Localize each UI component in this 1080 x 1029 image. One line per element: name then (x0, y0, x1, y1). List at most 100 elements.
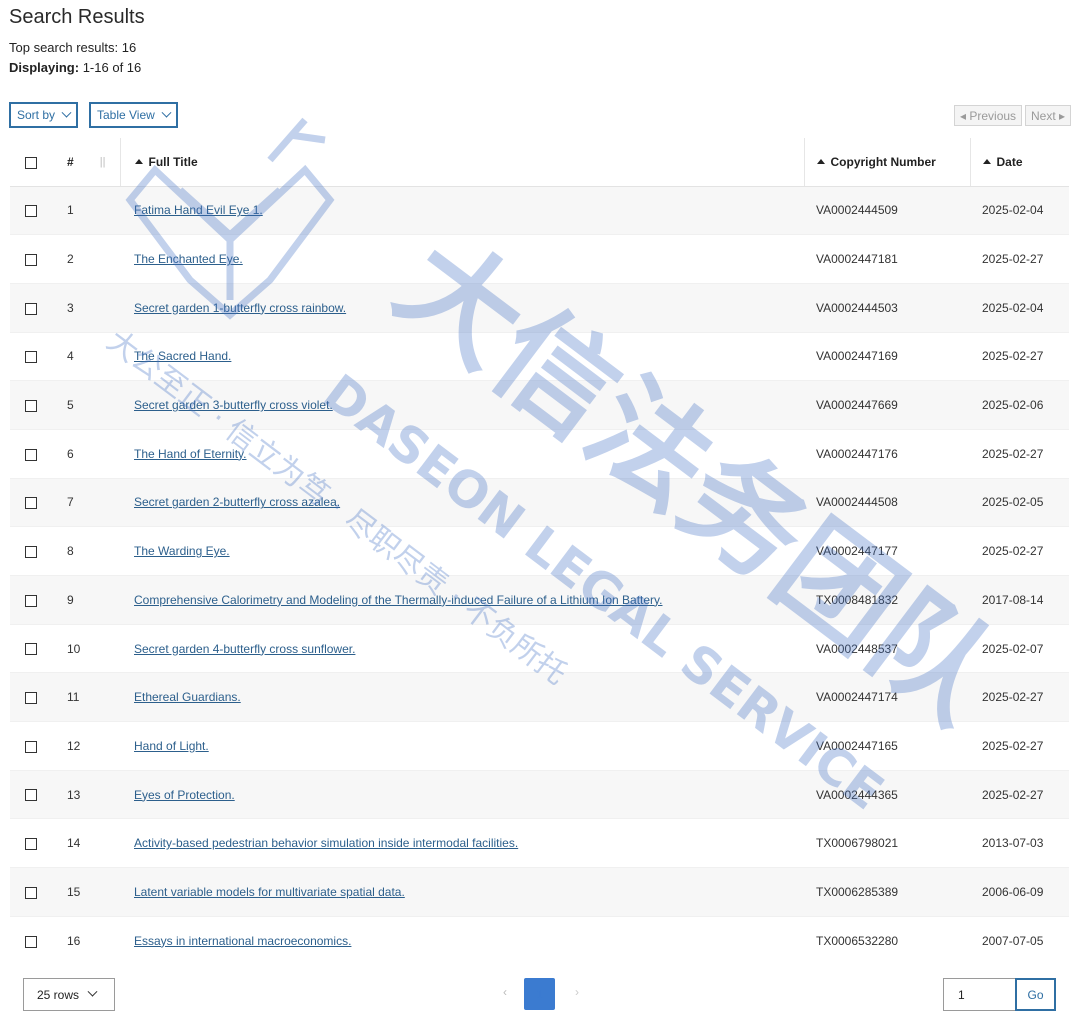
row-copyright-number: VA0002448537 (804, 623, 970, 673)
row-copyright-number: TX0006532280 (804, 915, 970, 965)
row-title-link[interactable]: Secret garden 3-butterfly cross violet. (134, 398, 333, 412)
chevron-down-icon (61, 107, 72, 118)
row-checkbox[interactable] (25, 789, 37, 802)
table-row[interactable]: 6 The Hand of Eternity. VA0002447176 2025-0… (10, 428, 1069, 479)
row-title-link[interactable]: Secret garden 2-butterfly cross azalea. (134, 495, 340, 509)
row-title-cell: Essays in international macroeconomics. (120, 915, 804, 965)
pagination-current-page[interactable]: 1 (524, 978, 555, 1010)
header-number[interactable]: # || (54, 138, 121, 187)
view-mode-label: Table View (97, 108, 155, 122)
copyright-column-label: Copyright Number (830, 154, 936, 169)
row-date: 2025-02-06 (970, 380, 1069, 430)
row-title-cell: Fatima Hand Evil Eye 1. (120, 185, 804, 235)
sort-by-dropdown[interactable]: Sort by (9, 102, 79, 128)
row-checkbox[interactable] (25, 399, 37, 412)
column-resize-handle[interactable]: || (100, 156, 106, 168)
row-copyright-number: VA0002447669 (804, 380, 970, 430)
row-title-link[interactable]: Ethereal Guardians. (134, 690, 241, 704)
row-title-link[interactable]: The Warding Eye. (134, 544, 230, 558)
next-page-button[interactable]: Next ▸ (1025, 105, 1072, 126)
header-date[interactable]: Date (970, 138, 1069, 187)
row-number: 4 (54, 331, 120, 381)
row-checkbox[interactable] (25, 253, 37, 266)
row-title-link[interactable]: The Sacred Hand. (134, 349, 231, 363)
table-row[interactable]: 9 Comprehensive Calorimetry and Modeling … (10, 575, 1069, 625)
row-title-link[interactable]: The Hand of Eternity. (134, 447, 247, 461)
row-checkbox[interactable] (25, 351, 37, 364)
table-row[interactable]: 8 The Warding Eye. VA0002447177 2025-02-27 (10, 526, 1069, 576)
row-checkbox[interactable] (25, 740, 37, 753)
row-select-cell (10, 185, 54, 235)
row-select-cell (10, 672, 54, 722)
row-checkbox[interactable] (25, 935, 37, 948)
row-checkbox[interactable] (25, 838, 37, 851)
row-select-cell (10, 769, 54, 819)
rows-per-page-select[interactable]: 25 rows (23, 978, 115, 1011)
table-row[interactable]: 12 Hand of Light. VA0002447165 2025-02-27 (10, 721, 1069, 771)
row-title-link[interactable]: Activity-based pedestrian behavior simul… (134, 836, 518, 850)
go-to-page-input[interactable] (943, 978, 1017, 1011)
select-all-checkbox[interactable] (25, 156, 37, 169)
row-title-link[interactable]: The Enchanted Eye. (134, 252, 243, 266)
row-checkbox[interactable] (25, 497, 37, 510)
row-date: 2025-02-04 (970, 282, 1069, 333)
row-date: 2025-02-05 (970, 477, 1069, 527)
row-select-cell (10, 526, 54, 576)
next-label: Next ▸ (1031, 108, 1066, 123)
row-checkbox[interactable] (25, 205, 37, 218)
displaying-value: 1-16 of 16 (82, 60, 142, 75)
row-title-cell: Comprehensive Calorimetry and Modeling o… (120, 575, 804, 625)
row-date: 2013-07-03 (970, 818, 1069, 868)
row-title-link[interactable]: Secret garden 4-butterfly cross sunflowe… (134, 642, 355, 656)
view-mode-dropdown[interactable]: Table View (89, 102, 178, 128)
row-select-cell (10, 575, 54, 625)
table-row[interactable]: 7 Secret garden 2-butterfly cross azalea.… (10, 477, 1069, 527)
table-row[interactable]: 14 Activity-based pedestrian behavior sim… (10, 818, 1069, 868)
row-title-cell: Secret garden 4-butterfly cross sunflowe… (120, 623, 804, 673)
table-row[interactable]: 5 Secret garden 3-butterfly cross violet.… (10, 380, 1069, 430)
row-copyright-number: VA0002444365 (804, 769, 970, 819)
row-title-link[interactable]: Essays in international macroeconomics. (134, 934, 351, 948)
table-row[interactable]: 1 Fatima Hand Evil Eye 1. VA0002444509 2025… (10, 185, 1069, 235)
go-button[interactable]: Go (1015, 978, 1056, 1011)
row-checkbox[interactable] (25, 448, 37, 461)
previous-page-button[interactable]: ◂ Previous (954, 105, 1023, 126)
sort-ascending-icon (982, 158, 991, 164)
row-date: 2025-02-27 (970, 672, 1069, 722)
row-checkbox[interactable] (25, 692, 37, 705)
table-row[interactable]: 10 Secret garden 4-butterfly cross sunflo… (10, 623, 1069, 673)
row-checkbox[interactable] (25, 594, 37, 607)
row-checkbox[interactable] (25, 302, 37, 315)
row-title-link[interactable]: Hand of Light. (134, 739, 209, 753)
row-checkbox[interactable] (25, 643, 37, 656)
chevron-down-icon (87, 986, 98, 997)
table-row[interactable]: 11 Ethereal Guardians. VA0002447174 2025-02… (10, 672, 1069, 722)
table-row[interactable]: 2 The Enchanted Eye. VA0002447181 2025-02-2… (10, 234, 1069, 284)
header-full-title[interactable]: Full Title (120, 138, 805, 187)
table-row[interactable]: 16 Essays in international macroeconomics… (10, 915, 1069, 965)
row-title-link[interactable]: Fatima Hand Evil Eye 1. (134, 203, 263, 217)
pagination-prev-icon[interactable]: ‹ (503, 985, 507, 999)
pagination-next-icon[interactable]: › (575, 985, 579, 999)
row-number: 8 (54, 526, 120, 576)
table-row[interactable]: 3 Secret garden 1-butterfly cross rainbow… (10, 282, 1069, 333)
row-date: 2025-02-07 (970, 623, 1069, 673)
row-checkbox[interactable] (25, 886, 37, 899)
row-title-link[interactable]: Eyes of Protection. (134, 788, 235, 802)
row-checkbox[interactable] (25, 545, 37, 558)
row-copyright-number: TX0008481832 (804, 575, 970, 625)
rows-per-page-label: 25 rows (37, 987, 80, 1002)
row-number: 5 (54, 380, 120, 430)
row-date: 2007-07-05 (970, 915, 1069, 965)
row-number: 3 (54, 282, 120, 333)
header-copyright-number[interactable]: Copyright Number (804, 138, 971, 187)
row-number: 2 (54, 234, 120, 284)
row-copyright-number: VA0002447177 (804, 526, 970, 576)
row-number: 10 (54, 623, 120, 673)
row-title-link[interactable]: Latent variable models for multivariate … (134, 885, 405, 899)
table-row[interactable]: 13 Eyes of Protection. VA0002444365 2025-02… (10, 769, 1069, 819)
row-title-link[interactable]: Secret garden 1-butterfly cross rainbow. (134, 301, 346, 315)
row-title-link[interactable]: Comprehensive Calorimetry and Modeling o… (134, 593, 662, 607)
table-row[interactable]: 4 The Sacred Hand. VA0002447169 2025-02-27 (10, 331, 1069, 381)
table-row[interactable]: 15 Latent variable models for multivariat… (10, 867, 1069, 917)
